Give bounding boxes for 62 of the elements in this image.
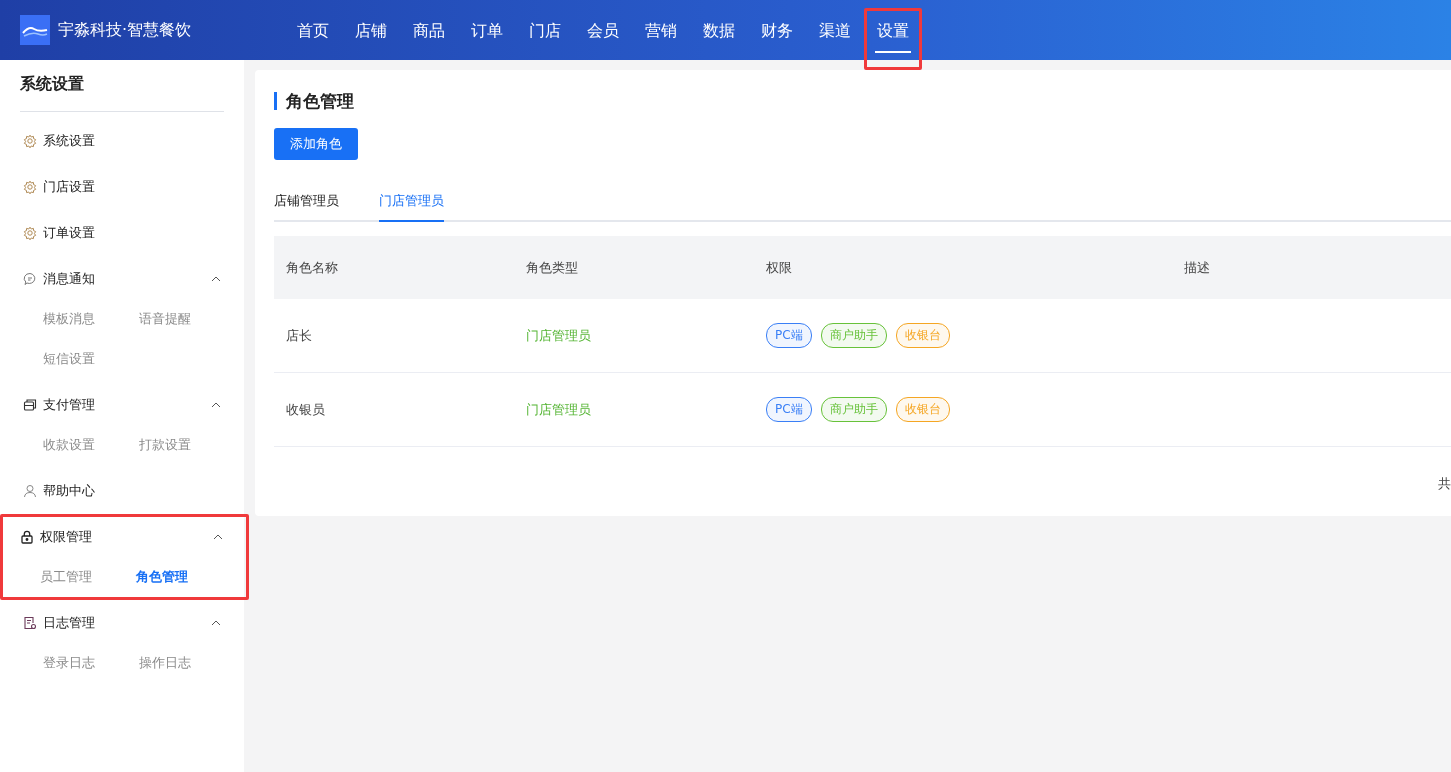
sidebar-item[interactable]: 系统设置	[43, 132, 95, 150]
tab[interactable]: 门店管理员	[379, 186, 444, 222]
sidebar-item[interactable]: 支付管理	[43, 396, 95, 414]
sidebar-subitem[interactable]: 模板消息	[43, 299, 139, 339]
nav-item[interactable]: 店铺	[353, 11, 389, 53]
permission-tag: 商户助手	[820, 397, 887, 422]
cloud-logo-icon	[20, 15, 50, 45]
gear-icon	[23, 134, 37, 148]
add-role-button[interactable]: 添加角色	[274, 128, 358, 160]
column-header: 权限	[765, 258, 793, 277]
sidebar-item[interactable]: 消息通知	[43, 270, 95, 288]
nav-item[interactable]: 数据	[701, 11, 737, 53]
nav-item[interactable]: 会员	[585, 11, 621, 53]
tab[interactable]: 店铺管理员	[274, 186, 339, 222]
nav-item[interactable]: 财务	[759, 11, 795, 53]
sidebar-title: 系统设置	[19, 74, 85, 95]
page-title: 角色管理	[274, 92, 1451, 110]
permission-tag: PC端	[766, 397, 812, 422]
nav-item[interactable]: 商品	[411, 11, 447, 53]
nav-item[interactable]: 营销	[643, 11, 679, 53]
table-cell-text: 门店管理员	[525, 326, 592, 345]
permission-tag: PC端	[766, 323, 812, 348]
sidebar-subitem[interactable]: 短信设置	[43, 339, 139, 379]
sidebar-item[interactable]: 门店设置	[43, 178, 95, 196]
sidebar-subitem[interactable]: 角色管理	[136, 557, 232, 597]
chevron-icon[interactable]	[211, 402, 221, 408]
nav-item[interactable]: 首页	[295, 11, 331, 53]
sidebar-item[interactable]: 帮助中心	[43, 482, 95, 500]
table-cell-text: 店长	[285, 326, 313, 345]
pagination-total: 共	[1438, 475, 1451, 493]
table-cell-text: 门店管理员	[525, 400, 592, 419]
nav-item[interactable]: 设置	[875, 11, 911, 53]
permission-tag: 商户助手	[820, 323, 887, 348]
permission-tag: 收银台	[895, 397, 950, 422]
sidebar-item[interactable]: 日志管理	[43, 614, 95, 632]
gear-icon	[23, 226, 37, 240]
chevron-icon[interactable]	[211, 620, 221, 626]
column-header: 角色名称	[285, 258, 339, 277]
nav-item[interactable]: 订单	[469, 11, 505, 53]
chat-bubble-icon	[23, 272, 37, 286]
document-icon	[23, 616, 37, 630]
sidebar-item[interactable]: 订单设置	[43, 224, 95, 242]
sidebar-subitem[interactable]: 登录日志	[43, 643, 139, 683]
sidebar-subitem[interactable]: 收款设置	[43, 425, 139, 465]
brand-name: 宇淼科技·智慧餐饮	[58, 19, 192, 41]
nav-item[interactable]: 门店	[527, 11, 563, 53]
nav-item[interactable]: 渠道	[817, 11, 853, 53]
permission-tag: 收银台	[895, 323, 950, 348]
gear-icon	[23, 180, 37, 194]
chevron-icon[interactable]	[211, 276, 221, 282]
table-cell-text: 收银员	[285, 400, 326, 419]
card-icon	[23, 398, 37, 412]
column-header: 描述	[1183, 258, 1211, 277]
chevron-icon[interactable]	[213, 534, 223, 540]
sidebar-subitem[interactable]: 操作日志	[139, 643, 235, 683]
sidebar-subitem[interactable]: 语音提醒	[139, 299, 235, 339]
sidebar-subitem[interactable]: 打款设置	[139, 425, 235, 465]
sidebar-item[interactable]: 权限管理	[40, 528, 92, 546]
person-icon	[23, 484, 37, 498]
sidebar-subitem[interactable]: 员工管理	[40, 557, 136, 597]
column-header: 角色类型	[525, 258, 579, 277]
lock-icon	[20, 530, 34, 544]
